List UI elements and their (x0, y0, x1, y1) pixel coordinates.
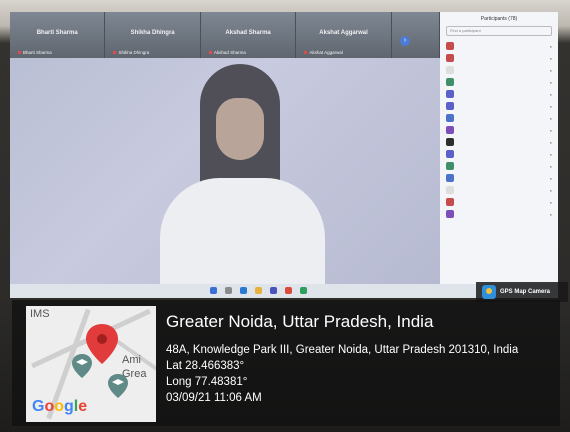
list-item[interactable]: ● (440, 40, 558, 52)
mic-icon: ● (549, 43, 552, 49)
participant-strip: Bharti Sharma Bharti Sharma Shikha Dhing… (10, 12, 440, 58)
panel-title: Participants (78) (480, 16, 518, 22)
avatar (446, 42, 454, 50)
avatar (446, 126, 454, 134)
participant-tile[interactable]: Shikha Dhingra Shikha Dhingra (105, 12, 201, 58)
avatar (446, 54, 454, 62)
mic-icon: ● (549, 103, 552, 109)
participant-sub-label: Shikha Dhingra (113, 50, 149, 55)
mic-icon: ● (549, 151, 552, 157)
avatar (446, 162, 454, 170)
list-item[interactable]: ● (440, 148, 558, 160)
list-item[interactable]: ● (440, 160, 558, 172)
participant-sub-label: Akshad Sharma (209, 50, 246, 55)
mic-icon: ● (549, 79, 552, 85)
participant-name: Bharti Sharma (36, 30, 78, 36)
mic-icon: ● (549, 175, 552, 181)
list-item[interactable]: ● (440, 64, 558, 76)
list-item[interactable]: ● (440, 112, 558, 124)
list-item[interactable]: ● (440, 52, 558, 64)
avatar (446, 138, 454, 146)
chrome-icon[interactable] (300, 287, 307, 294)
participant-name: Shikha Dhingra (130, 30, 175, 36)
participant-tile[interactable]: Akshad Sharma Akshad Sharma (201, 12, 297, 58)
participant-tile[interactable]: Bharti Sharma Bharti Sharma (10, 12, 106, 58)
avatar (446, 186, 454, 194)
participant-name: Akshat Aggarwal (319, 30, 368, 36)
search-icon[interactable] (225, 287, 232, 294)
app-icon[interactable] (285, 287, 292, 294)
mic-icon: ● (549, 211, 552, 217)
next-page-icon[interactable]: › (400, 36, 410, 46)
avatar (446, 90, 454, 98)
gps-overlay: IMS Ami Grea Google Greater Noida, Uttar… (12, 300, 560, 426)
gps-camera-badge: GPS Map Camera (476, 282, 568, 302)
gps-camera-logo-icon (482, 285, 496, 299)
folder-icon[interactable] (255, 287, 262, 294)
gps-camera-label: GPS Map Camera (500, 289, 551, 295)
mic-icon: ● (549, 55, 552, 61)
longitude: Long 77.48381° (166, 376, 248, 388)
avatar (446, 66, 454, 74)
location-info: Greater Noida, Uttar Pradesh, India 48A,… (166, 312, 518, 404)
list-item[interactable]: ● (440, 100, 558, 112)
participants-panel: Participants (78) Find a participant ● ●… (440, 12, 558, 284)
list-item[interactable]: ● (440, 172, 558, 184)
main-video (10, 58, 440, 284)
mic-icon: ● (549, 115, 552, 121)
graduation-cap-icon (72, 354, 92, 378)
list-item[interactable]: ● (440, 136, 558, 148)
avatar (446, 102, 454, 110)
list-item[interactable]: ● (440, 184, 558, 196)
windows-icon[interactable] (210, 287, 217, 294)
list-item[interactable]: ● (440, 208, 558, 220)
participant-search-input[interactable]: Find a participant (446, 26, 552, 36)
avatar (446, 114, 454, 122)
address: 48A, Knowledge Park III, Greater Noida, … (166, 344, 519, 356)
speaker-body (160, 178, 325, 284)
list-item[interactable]: ● (440, 196, 558, 208)
datetime: 03/09/21 11:06 AM (166, 392, 262, 404)
mic-icon: ● (549, 139, 552, 145)
city-title: Greater Noida, Uttar Pradesh, India (166, 312, 434, 331)
graduation-cap-icon (108, 374, 128, 398)
mic-icon: ● (549, 163, 552, 169)
mic-icon: ● (549, 67, 552, 73)
laptop-screen: Bharti Sharma Bharti Sharma Shikha Dhing… (10, 12, 558, 298)
list-item[interactable]: ● (440, 124, 558, 136)
participant-sub-label: Akshat Aggarwal (304, 50, 343, 55)
mic-icon: ● (549, 127, 552, 133)
list-item[interactable]: ● (440, 76, 558, 88)
google-logo: Google (32, 398, 88, 415)
mic-icon: ● (549, 91, 552, 97)
avatar (446, 210, 454, 218)
teams-icon[interactable] (270, 287, 277, 294)
mic-icon: ● (549, 187, 552, 193)
list-item[interactable]: ● (440, 88, 558, 100)
participant-name: Akshad Sharma (225, 30, 271, 36)
map-thumbnail: IMS Ami Grea Google (26, 306, 156, 422)
participant-sub-label: Bharti Sharma (18, 50, 52, 55)
speaker-face (216, 98, 264, 160)
mic-icon: ● (549, 199, 552, 205)
participant-tile[interactable]: Akshat Aggarwal Akshat Aggarwal (296, 12, 392, 58)
edge-icon[interactable] (240, 287, 247, 294)
avatar (446, 78, 454, 86)
location-pin-icon (86, 324, 118, 364)
participant-tile-overflow[interactable] (392, 12, 440, 58)
avatar (446, 150, 454, 158)
avatar (446, 198, 454, 206)
latitude: Lat 28.466383° (166, 360, 245, 372)
avatar (446, 174, 454, 182)
